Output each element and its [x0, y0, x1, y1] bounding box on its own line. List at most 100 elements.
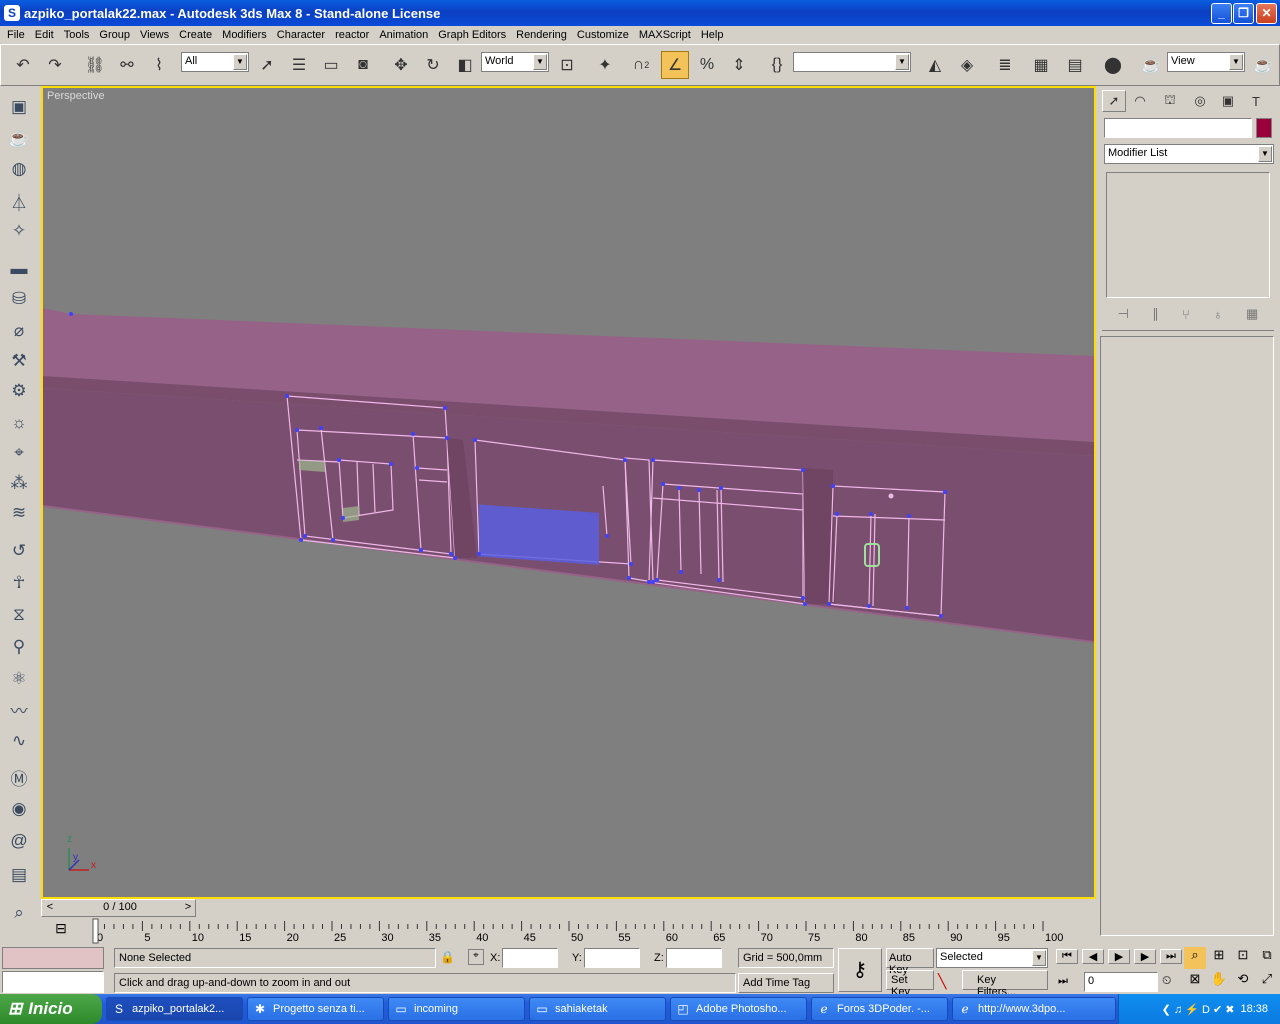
schematic-view-icon[interactable]: ▤ [1061, 51, 1089, 79]
remove-modifier-icon[interactable]: ♁ [1213, 307, 1223, 322]
utilities-tab-icon[interactable]: T [1244, 90, 1268, 112]
named-selection-dropdown[interactable]: ▼ [793, 52, 911, 72]
task-progetto[interactable]: ✱ Progetto senza ti... [247, 997, 384, 1021]
arc-rotate-icon[interactable]: ⟲ [1232, 971, 1254, 993]
quick-render-icon[interactable]: ☕ [1249, 51, 1277, 79]
pivot-center-icon[interactable]: ⊡ [553, 51, 581, 79]
render-scene-icon[interactable]: ☕ [1137, 51, 1165, 79]
cylinder-icon[interactable]: ⛁ [6, 286, 32, 312]
key-filters-button[interactable]: Key Filters... [962, 970, 1048, 998]
modifier-list-dropdown[interactable]: Modifier List ▼ [1104, 144, 1274, 164]
key-mode-toggle-icon[interactable]: ⏭ [1058, 975, 1068, 988]
show-end-result-icon[interactable]: ∥ [1152, 306, 1159, 322]
hierarchy-tab-icon[interactable]: ⛫ [1158, 90, 1182, 112]
menu-maxscript[interactable]: MAXScript [634, 29, 696, 41]
select-by-name-icon[interactable]: ☰ [285, 51, 313, 79]
task-incoming[interactable]: ▭ incoming [388, 997, 525, 1021]
track-bar[interactable]: 0 5 10 15 20 25 30 35 40 45 50 55 60 65 70 75 80 85 90 95 10… [41, 917, 1096, 945]
helper-icon[interactable]: ⌖ [6, 440, 32, 466]
cone-icon[interactable]: ⏃ [6, 188, 32, 214]
absolute-mode-icon[interactable]: ⌖ [468, 949, 484, 965]
menu-views[interactable]: Views [135, 29, 174, 41]
zoom-extents-icon[interactable]: ⊡ [1232, 947, 1254, 969]
task-browser[interactable]: ℯ http://www.3dpo... [952, 997, 1116, 1021]
set-key-button[interactable]: Set Key [886, 970, 934, 998]
teapot-icon[interactable]: ☕ [6, 126, 32, 152]
hammer-icon[interactable]: ⚒ [6, 348, 32, 374]
m-ball-icon[interactable]: ◉ [6, 796, 32, 822]
start-button[interactable]: ⊞ Inicio [0, 994, 102, 1024]
current-frame-field[interactable]: 0 [1084, 972, 1158, 992]
maxscript-listener-pink[interactable] [2, 947, 104, 969]
selection-filter-dropdown[interactable]: All ▼ [181, 52, 249, 72]
bend-icon[interactable]: ↺ [6, 538, 32, 564]
task-3dsmax[interactable]: Sazpiko_portalak2... [106, 997, 243, 1021]
bind-to-space-warp-icon[interactable]: ⌇ [145, 51, 173, 79]
configure-modifier-sets-icon[interactable]: ▦ [1246, 306, 1258, 322]
m-spiral-icon[interactable]: @ [6, 828, 32, 854]
maximize-viewport-icon[interactable]: ⤢ [1256, 971, 1278, 993]
m-tool-icon[interactable]: Ⓜ [6, 764, 32, 790]
key-mode-dropdown[interactable]: Selected ▼ [936, 948, 1048, 968]
time-slider-next[interactable]: > [182, 901, 194, 915]
angle-snap-icon[interactable]: ∠ [661, 51, 689, 79]
next-frame-icon[interactable]: ▶ [1134, 949, 1156, 964]
task-foros[interactable]: ℯ Foros 3DPoder. -... [811, 997, 948, 1021]
command-panel-rollout-area[interactable] [1100, 336, 1274, 936]
select-and-move-icon[interactable]: ✥ [387, 51, 415, 79]
percent-snap-icon[interactable]: % [693, 51, 721, 79]
spring-icon[interactable]: ∿ [6, 728, 32, 754]
maxscript-listener-white[interactable] [2, 971, 104, 993]
menu-tools[interactable]: Tools [59, 29, 95, 41]
redo-icon[interactable]: ↷ [41, 51, 69, 79]
zoom-icon[interactable]: ⌕ [1184, 947, 1206, 969]
biped-icon[interactable]: ☥ [6, 570, 32, 596]
maximize-button[interactable]: ❐ [1233, 3, 1254, 24]
create-box-icon[interactable]: ▣ [6, 94, 32, 120]
tray-icons[interactable]: ❮ ♫ ⚡ D ✔ ✖ [1162, 1003, 1235, 1016]
go-to-start-icon[interactable]: ⏮ [1056, 949, 1078, 964]
zoom-all-icon[interactable]: ⊞ [1208, 947, 1230, 969]
close-button[interactable]: ✕ [1256, 3, 1277, 24]
curve-editor-mini-icon[interactable]: ⊟ [50, 920, 72, 940]
layer-manager-icon[interactable]: ≣ [991, 51, 1019, 79]
pin-stack-icon[interactable]: ⊣ [1118, 306, 1129, 322]
menu-graph-editors[interactable]: Graph Editors [433, 29, 511, 41]
undo-icon[interactable]: ↶ [9, 51, 37, 79]
field-of-view-icon[interactable]: ⊠ [1184, 971, 1206, 993]
set-key-icon[interactable]: ⚷ [838, 948, 882, 992]
menu-reactor[interactable]: reactor [330, 29, 374, 41]
sphere-icon[interactable]: ◍ [6, 156, 32, 182]
ik-icon[interactable]: ⚲ [6, 634, 32, 660]
camera-icon[interactable]: ▬ [6, 256, 32, 282]
render-view-dropdown[interactable]: View ▼ [1167, 52, 1245, 72]
wave-icon[interactable]: ≋ [6, 500, 32, 526]
menu-customize[interactable]: Customize [572, 29, 634, 41]
mirror-icon[interactable]: ◭ [921, 51, 949, 79]
menu-group[interactable]: Group [94, 29, 135, 41]
task-photoshop[interactable]: ◰ Adobe Photosho... [670, 997, 807, 1021]
current-time-marker[interactable] [92, 918, 99, 944]
rope-icon[interactable]: 〰 [6, 696, 32, 722]
material-editor-icon[interactable]: ⬤ [1099, 51, 1127, 79]
previous-frame-icon[interactable]: ◀ [1082, 949, 1104, 964]
menu-file[interactable]: File [2, 29, 30, 41]
add-time-tag-button[interactable]: Add Time Tag [738, 973, 834, 993]
create-tab-icon[interactable]: ➚ [1102, 90, 1126, 112]
select-and-manipulate-icon[interactable]: ✦ [591, 51, 619, 79]
spinner-snap-icon[interactable]: ⇕ [725, 51, 753, 79]
select-and-scale-icon[interactable]: ◧ [451, 51, 479, 79]
minimize-button[interactable]: _ [1211, 3, 1232, 24]
object-color-swatch[interactable] [1256, 118, 1272, 138]
y-coordinate-field[interactable] [584, 948, 640, 968]
x-coordinate-field[interactable] [502, 948, 558, 968]
modifier-stack-list[interactable] [1106, 172, 1270, 298]
time-configuration-icon[interactable]: ⏲ [1162, 973, 1171, 988]
reactor-icon[interactable]: ⚛ [6, 666, 32, 692]
object-name-field[interactable] [1104, 118, 1252, 138]
menu-character[interactable]: Character [272, 29, 330, 41]
bones-icon[interactable]: ⧖ [6, 602, 32, 628]
menu-animation[interactable]: Animation [374, 29, 433, 41]
motion-tab-icon[interactable]: ◎ [1188, 90, 1212, 112]
make-unique-icon[interactable]: ⑂ [1182, 307, 1190, 322]
